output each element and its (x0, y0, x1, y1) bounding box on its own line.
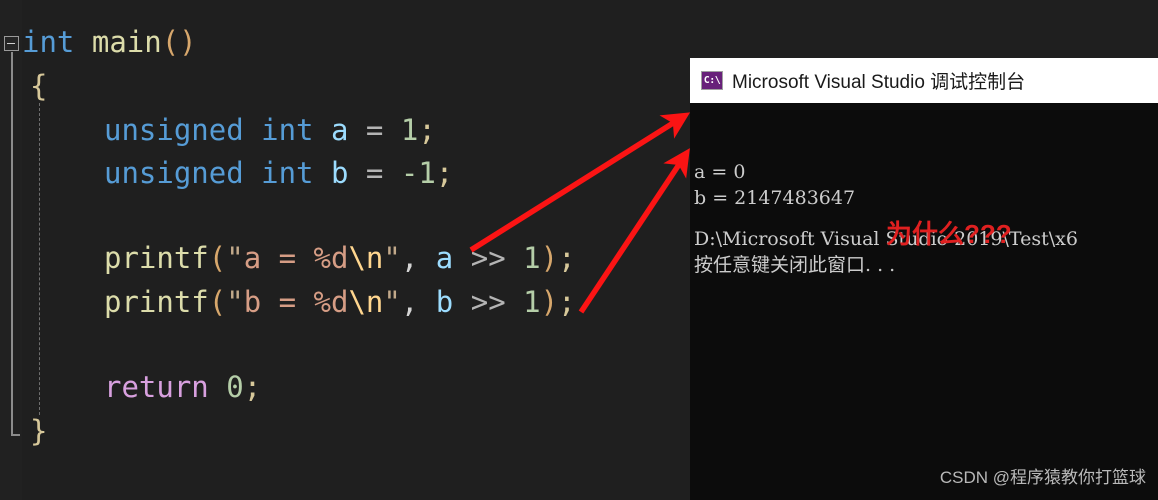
paren-close: ) (179, 25, 197, 59)
semicolon: ; (558, 285, 576, 319)
paren-open: ( (208, 241, 227, 275)
function-name-printf: printf (104, 241, 209, 275)
number-one: 1 (400, 113, 419, 147)
assign-operator: = (365, 156, 384, 190)
paren-close: ) (540, 285, 559, 319)
watermark: CSDN @程序猿教你打篮球 (939, 468, 1146, 487)
semicolon: ; (243, 370, 262, 404)
brace-close: } (30, 414, 48, 448)
semicolon: ; (418, 113, 436, 147)
code-line-printf-a: printf("a = %d\n", a >> 1); (104, 244, 576, 273)
console-output-line: b = 2147483647 (694, 187, 856, 209)
comma: , (400, 285, 419, 319)
shift-operator: >> (470, 285, 506, 319)
shift-operator: >> (470, 241, 506, 275)
escape-newline: \n (348, 285, 384, 319)
function-name-printf: printf (104, 285, 209, 319)
console-window[interactable]: C:\ Microsoft Visual Studio 调试控制台 a = 0 … (690, 58, 1158, 500)
keyword-unsigned-int: unsigned int (104, 156, 314, 190)
annotation-why: 为什么??? (886, 219, 1012, 249)
console-titlebar[interactable]: C:\ Microsoft Visual Studio 调试控制台 (690, 58, 1158, 103)
keyword-unsigned-int: unsigned int (104, 113, 314, 147)
quote-open: " (226, 241, 244, 275)
number-one: 1 (523, 241, 541, 275)
console-app-icon: C:\ (701, 71, 723, 90)
quote-close: " (383, 241, 401, 275)
code-line-printf-b: printf("b = %d\n", b >> 1); (104, 288, 576, 317)
console-icon-label: C:\ (703, 74, 721, 86)
console-output-area[interactable]: a = 0 b = 2147483647 D:\Microsoft Visual… (690, 103, 1158, 500)
paren-open: ( (208, 285, 227, 319)
paren-open: ( (161, 25, 180, 59)
console-title: Microsoft Visual Studio 调试控制台 (732, 72, 1026, 93)
code-line-declare-a: unsigned int a = 1; (104, 116, 436, 145)
semicolon: ; (558, 241, 576, 275)
keyword-int: int (22, 25, 75, 59)
format-string-a: a = %d (243, 241, 349, 275)
console-output-line: 按任意键关闭此窗口. . . (694, 254, 896, 276)
number-negative-one: -1 (400, 156, 436, 190)
assign-operator: = (365, 113, 384, 147)
code-line-return: return 0; (104, 373, 261, 402)
console-output-line: a = 0 (694, 161, 746, 183)
quote-open: " (226, 285, 244, 319)
number-one: 1 (523, 285, 541, 319)
screenshot-root: int main() { unsigned int a = 1; unsigne… (0, 0, 1158, 500)
function-name-main: main (91, 25, 162, 59)
variable-a: a (435, 241, 454, 275)
code-line-close-brace: } (30, 417, 47, 446)
brace-open: { (30, 69, 48, 103)
keyword-return: return (104, 370, 209, 404)
escape-newline: \n (348, 241, 384, 275)
format-string-b: b = %d (243, 285, 349, 319)
code-line-open-brace: { (30, 72, 47, 101)
code-line-declare-b: unsigned int b = -1; (104, 159, 453, 188)
variable-b: b (330, 156, 349, 190)
paren-close: ) (540, 241, 559, 275)
code-line-main-signature: int main() (22, 28, 197, 57)
semicolon: ; (435, 156, 454, 190)
number-zero: 0 (226, 370, 244, 404)
comma: , (400, 241, 419, 275)
variable-a: a (330, 113, 349, 147)
quote-close: " (383, 285, 401, 319)
variable-b: b (435, 285, 454, 319)
